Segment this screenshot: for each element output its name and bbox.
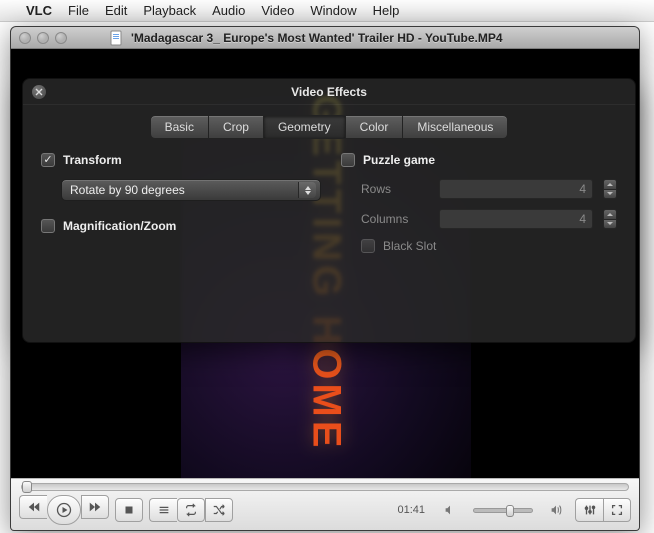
time-display: 01:41 <box>397 504 425 516</box>
transform-select-value: Rotate by 90 degrees <box>70 183 185 197</box>
playlist-button[interactable] <box>149 498 177 522</box>
seek-slider[interactable] <box>21 483 629 491</box>
columns-label: Columns <box>361 212 429 226</box>
skip-back-button[interactable] <box>19 495 47 519</box>
window-traffic-lights <box>19 32 67 44</box>
effects-tab-bar: Basic Crop Geometry Color Miscellaneous <box>23 115 635 139</box>
window-minimize-button[interactable] <box>37 32 49 44</box>
menu-help[interactable]: Help <box>373 3 400 18</box>
menu-audio[interactable]: Audio <box>212 3 245 18</box>
transform-label: Transform <box>63 153 122 167</box>
magnification-label: Magnification/Zoom <box>63 219 176 233</box>
skip-forward-button[interactable] <box>81 495 109 519</box>
panel-close-button[interactable] <box>31 84 47 100</box>
transform-checkbox-row: Transform <box>41 153 321 167</box>
video-effects-panel: Video Effects Basic Crop Geometry Color … <box>22 78 636 343</box>
rows-field-row: Rows 4 <box>361 179 617 199</box>
menu-window[interactable]: Window <box>310 3 356 18</box>
tab-color[interactable]: Color <box>346 115 404 139</box>
rows-stepper[interactable] <box>603 179 617 199</box>
document-icon <box>109 30 125 46</box>
playback-controls: 01:41 <box>11 478 639 530</box>
rows-label: Rows <box>361 182 429 196</box>
fullscreen-button[interactable] <box>603 498 631 522</box>
menu-edit[interactable]: Edit <box>105 3 127 18</box>
columns-stepper[interactable] <box>603 209 617 229</box>
tab-geometry[interactable]: Geometry <box>264 115 346 139</box>
columns-input[interactable]: 4 <box>439 209 593 229</box>
system-menubar: VLC File Edit Playback Audio Video Windo… <box>0 0 654 22</box>
menu-playback[interactable]: Playback <box>143 3 196 18</box>
puzzle-checkbox[interactable] <box>341 153 355 167</box>
black-slot-label: Black Slot <box>383 239 436 253</box>
app-menu[interactable]: VLC <box>26 3 52 18</box>
transform-checkbox[interactable] <box>41 153 55 167</box>
puzzle-checkbox-row: Puzzle game <box>341 153 617 167</box>
window-close-button[interactable] <box>19 32 31 44</box>
geometry-right-column: Puzzle game Rows 4 Columns 4 Black Slot <box>341 153 617 265</box>
window-titlebar[interactable]: 'Madagascar 3_ Europe's Most Wanted' Tra… <box>11 27 639 49</box>
tab-basic[interactable]: Basic <box>150 115 209 139</box>
magnification-checkbox-row: Magnification/Zoom <box>41 219 321 233</box>
select-stepper-icon <box>298 182 316 198</box>
repeat-button[interactable] <box>177 498 205 522</box>
volume-low-icon[interactable] <box>437 498 463 522</box>
black-slot-checkbox-row: Black Slot <box>361 239 617 253</box>
volume-high-icon[interactable] <box>543 498 569 522</box>
menu-file[interactable]: File <box>68 3 89 18</box>
panel-title: Video Effects <box>291 85 367 99</box>
columns-field-row: Columns 4 <box>361 209 617 229</box>
volume-slider[interactable] <box>473 508 533 513</box>
window-zoom-button[interactable] <box>55 32 67 44</box>
play-button[interactable] <box>47 495 81 525</box>
stop-button[interactable] <box>115 498 143 522</box>
puzzle-label: Puzzle game <box>363 153 435 167</box>
equalizer-button[interactable] <box>575 498 603 522</box>
panel-header[interactable]: Video Effects <box>23 79 635 105</box>
shuffle-button[interactable] <box>205 498 233 522</box>
transform-select[interactable]: Rotate by 90 degrees <box>61 179 321 201</box>
rows-input[interactable]: 4 <box>439 179 593 199</box>
tab-miscellaneous[interactable]: Miscellaneous <box>403 115 508 139</box>
magnification-checkbox[interactable] <box>41 219 55 233</box>
menu-video[interactable]: Video <box>261 3 294 18</box>
window-title: 'Madagascar 3_ Europe's Most Wanted' Tra… <box>131 31 503 45</box>
tab-crop[interactable]: Crop <box>209 115 264 139</box>
black-slot-checkbox[interactable] <box>361 239 375 253</box>
geometry-left-column: Transform Rotate by 90 degrees Magnifica… <box>41 153 321 265</box>
